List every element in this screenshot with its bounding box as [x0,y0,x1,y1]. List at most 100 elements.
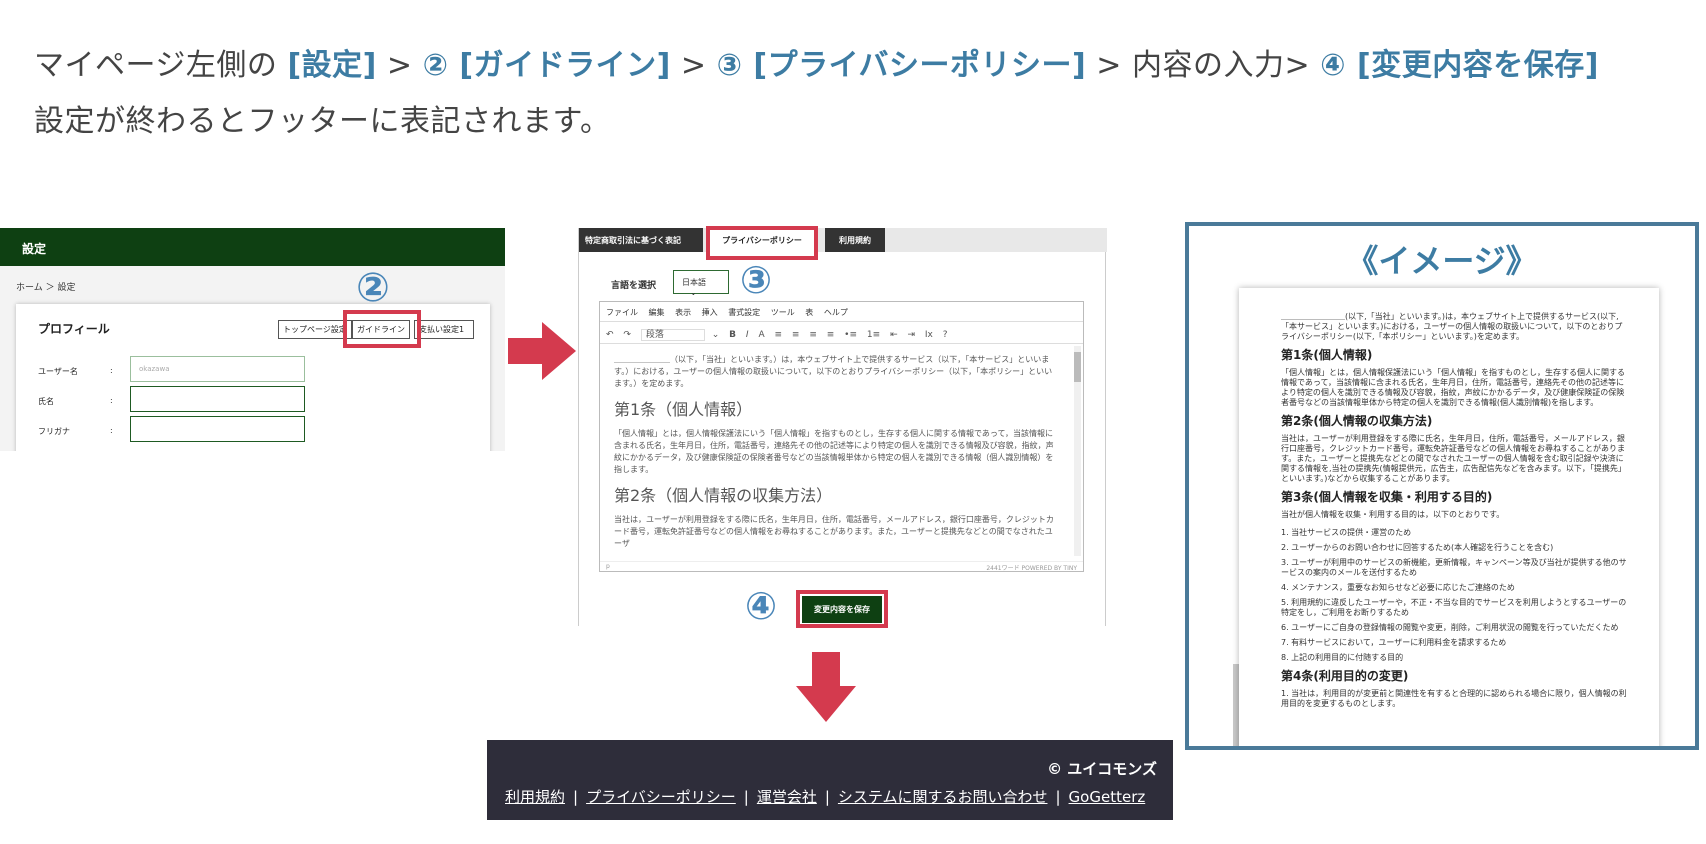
footer-separator: | [743,788,749,806]
username-field[interactable]: okazawa [130,356,305,382]
text-color-icon[interactable]: A [758,330,764,340]
paragraph-select[interactable]: 段落 [640,329,705,341]
editor-toolbar: ↶ ↷ 段落 ⌄ B I A ≡ ≡ ≡ ≡ •≡ 1≡ ⇤ ⇥ Ix ? [600,322,1083,344]
editor-content[interactable]: ＿＿＿＿＿＿＿（以下，「当社」といいます。）は，本ウェブサイト上で提供するサービ… [600,344,1083,552]
article-1-text: 「個人情報」とは，個人情報保護法にいう「個人情報」を指すものとし，生存する個人に… [614,429,1054,474]
preview-article-1-text: 「個人情報」とは，個人情報保護法にいう「個人情報」を指すものとし，生存する個人に… [1281,368,1625,407]
intro-line-1: マイページ左側の [設定] > ② [ガイドライン] > ③ [プライバシーポリ… [34,40,1599,84]
highlight-save-button [796,590,888,628]
outdent-icon[interactable]: ⇤ [890,330,898,340]
field-label-username: ユーザー名 [38,367,78,376]
preview-purpose-list: 1. 当社サービスの提供・運営のため 2. ユーザーからのお問い合わせに回答する… [1281,528,1629,663]
preview-article-2-text: 当社は，ユーザーが利用登録をする際に氏名，生年月日，住所，電話番号，メールアドレ… [1281,434,1625,483]
article-2-text: 当社は，ユーザーが利用登録をする際に氏名，生年月日，住所，電話番号，メールアドレ… [614,515,1054,548]
footer-link-company[interactable]: 運営会社 [757,788,817,806]
list-item: 6. ユーザーにご自身の登録情報の閲覧や変更，削除，ご利用状況の閲覧を行っていた… [1281,623,1619,632]
menu-insert[interactable]: 挿入 [702,308,718,317]
preview-title: 《イメージ》 [1346,242,1538,280]
arrow-down-icon [796,652,856,722]
bold-icon[interactable]: B [729,330,736,340]
status-path: p [606,563,610,570]
list-item: 4. メンテナンス，重要なお知らせなど必要に応じたご連絡のため [1281,583,1515,592]
preview-article-3-text: 当社が個人情報を収集・利用する目的は，以下のとおりです。 [1281,510,1505,519]
intro-text: マイページ左側の [34,48,288,83]
help-icon[interactable]: ? [943,330,948,340]
indent-icon[interactable]: ⇥ [907,330,915,340]
list-item: 5. 利用規約に違反したユーザーや，不正・不当な目的でサービスを利用しようとする… [1281,598,1627,617]
redo-icon[interactable]: ↷ [623,330,631,340]
step-2-marker: ② [356,265,390,311]
article-2-heading: 第2条（個人情報の収集方法） [614,486,833,505]
policy-intro: ＿＿＿＿＿＿＿（以下，「当社」といいます。）は，本ウェブサイト上で提供するサービ… [614,355,1053,388]
tab-commerce-law[interactable]: 特定商取引法に基づく表記 [579,228,703,252]
field-colon: : [110,396,113,405]
intro-sep: > [376,48,423,83]
intro-settings: [設定] [287,48,377,83]
editor-menubar: ファイル 編集 表示 挿入 書式設定 ツール 表 ヘルプ [600,302,1083,322]
step-3-marker: ③ [740,258,773,302]
list-item: 7. 有料サービスにおいて，ユーザーに利用料金を請求するため [1281,638,1507,647]
settings-panel: 設定 ホーム ＞ 設定 プロフィール トップページ設定 ガイドライン 支払い設定… [0,228,505,451]
preview-article-1-heading: 第1条(個人情報) [1281,348,1373,362]
numbered-list-icon[interactable]: 1≡ [867,330,880,340]
copyright: © ユイコモンズ [1047,760,1157,778]
highlight-privacy-tab [706,226,818,260]
footer-separator: | [573,788,579,806]
menu-view[interactable]: 表示 [675,308,691,317]
footer-link-system-contact[interactable]: システムに関するお問い合わせ [838,788,1048,806]
top-page-settings-button[interactable]: トップページ設定 [278,320,352,339]
scrollbar-thumb[interactable] [1074,352,1081,382]
step-4-marker: ④ [745,584,778,628]
footer-links: 利用規約 | プライバシーポリシー | 運営会社 | システムに関するお問い合わせ | GoGe… [505,786,1145,807]
list-item: 2. ユーザーからのお問い合わせに回答するため(本人確認を行うことを含む) [1281,543,1554,552]
editor-scrollbar[interactable] [1074,346,1081,556]
menu-table[interactable]: 表 [805,308,813,317]
word-count: 2441ワード POWERED BY TINY [986,565,1077,572]
list-item: 1. 当社サービスの提供・運営のため [1281,528,1412,537]
payment-settings-button[interactable]: 支払い設定1 [414,320,474,339]
field-colon: : [110,426,113,435]
policy-editor-panel: 特定商取引法に基づく表記 プライバシーポリシー 利用規約 言語を選択 日本語⌄ … [578,228,1107,626]
align-left-icon[interactable]: ≡ [774,330,782,340]
intro-sep: > [670,48,717,83]
menu-help[interactable]: ヘルプ [824,308,848,317]
intro-step-3: ③ [プライバシーポリシー] [716,48,1087,83]
language-value: 日本語 [682,278,706,287]
preview-intro: ＿＿＿＿＿＿＿＿(以下,「当社」といいます。)は，本ウェブサイト上で提供するサー… [1281,312,1623,341]
furigana-field[interactable] [130,416,305,442]
chevron-down-icon: ⌄ [711,330,720,340]
menu-file[interactable]: ファイル [606,308,638,317]
menu-format[interactable]: 書式設定 [728,308,760,317]
align-right-icon[interactable]: ≡ [809,330,817,340]
intro-text-input: > 内容の入力> [1086,48,1321,83]
article-1-heading: 第1条（個人情報） [614,400,753,419]
breadcrumb: ホーム ＞ 設定 [16,283,76,293]
language-select[interactable]: 日本語⌄ [673,270,729,297]
image-preview-frame: 《イメージ》 ＿＿＿＿＿＿＿＿(以下,「当社」といいます。)は，本ウェブサイト上… [1185,222,1699,750]
preview-article-4-heading: 第4条(利用目的の変更) [1281,669,1409,683]
settings-header: 設定 [0,228,505,266]
rich-text-editor[interactable]: ファイル 編集 表示 挿入 書式設定 ツール 表 ヘルプ ↶ ↷ 段落 ⌄ B … [599,301,1084,572]
preview-document: ＿＿＿＿＿＿＿＿(以下,「当社」といいます。)は，本ウェブサイト上で提供するサー… [1239,288,1659,746]
align-justify-icon[interactable]: ≡ [827,330,835,340]
tab-terms[interactable]: 利用規約 [825,228,885,252]
footer-separator: | [824,788,830,806]
undo-icon[interactable]: ↶ [606,330,614,340]
footer-link-privacy[interactable]: プライバシーポリシー [586,788,736,806]
footer-link-terms[interactable]: 利用規約 [505,788,565,806]
field-label-furigana: フリガナ [38,427,70,436]
profile-title: プロフィール [38,322,110,336]
list-item: 3. ユーザーが利用中のサービスの新機能，更新情報，キャンペーン等及び当社が提供… [1281,558,1627,577]
menu-edit[interactable]: 編集 [649,308,665,317]
footer-link-gogetterz[interactable]: GoGetterz [1069,788,1146,806]
preview-article-3-heading: 第3条(個人情報を収集・利用する目的) [1281,490,1493,504]
bullet-list-icon[interactable]: •≡ [844,330,857,340]
align-center-icon[interactable]: ≡ [792,330,800,340]
italic-icon[interactable]: I [746,330,749,340]
highlight-guideline [343,310,421,348]
menu-tools[interactable]: ツール [771,308,795,317]
name-field[interactable] [130,386,305,412]
clear-format-icon[interactable]: Ix [925,330,933,340]
language-label: 言語を選択 [611,281,657,291]
chevron-down-icon: ⌄ [690,288,697,297]
